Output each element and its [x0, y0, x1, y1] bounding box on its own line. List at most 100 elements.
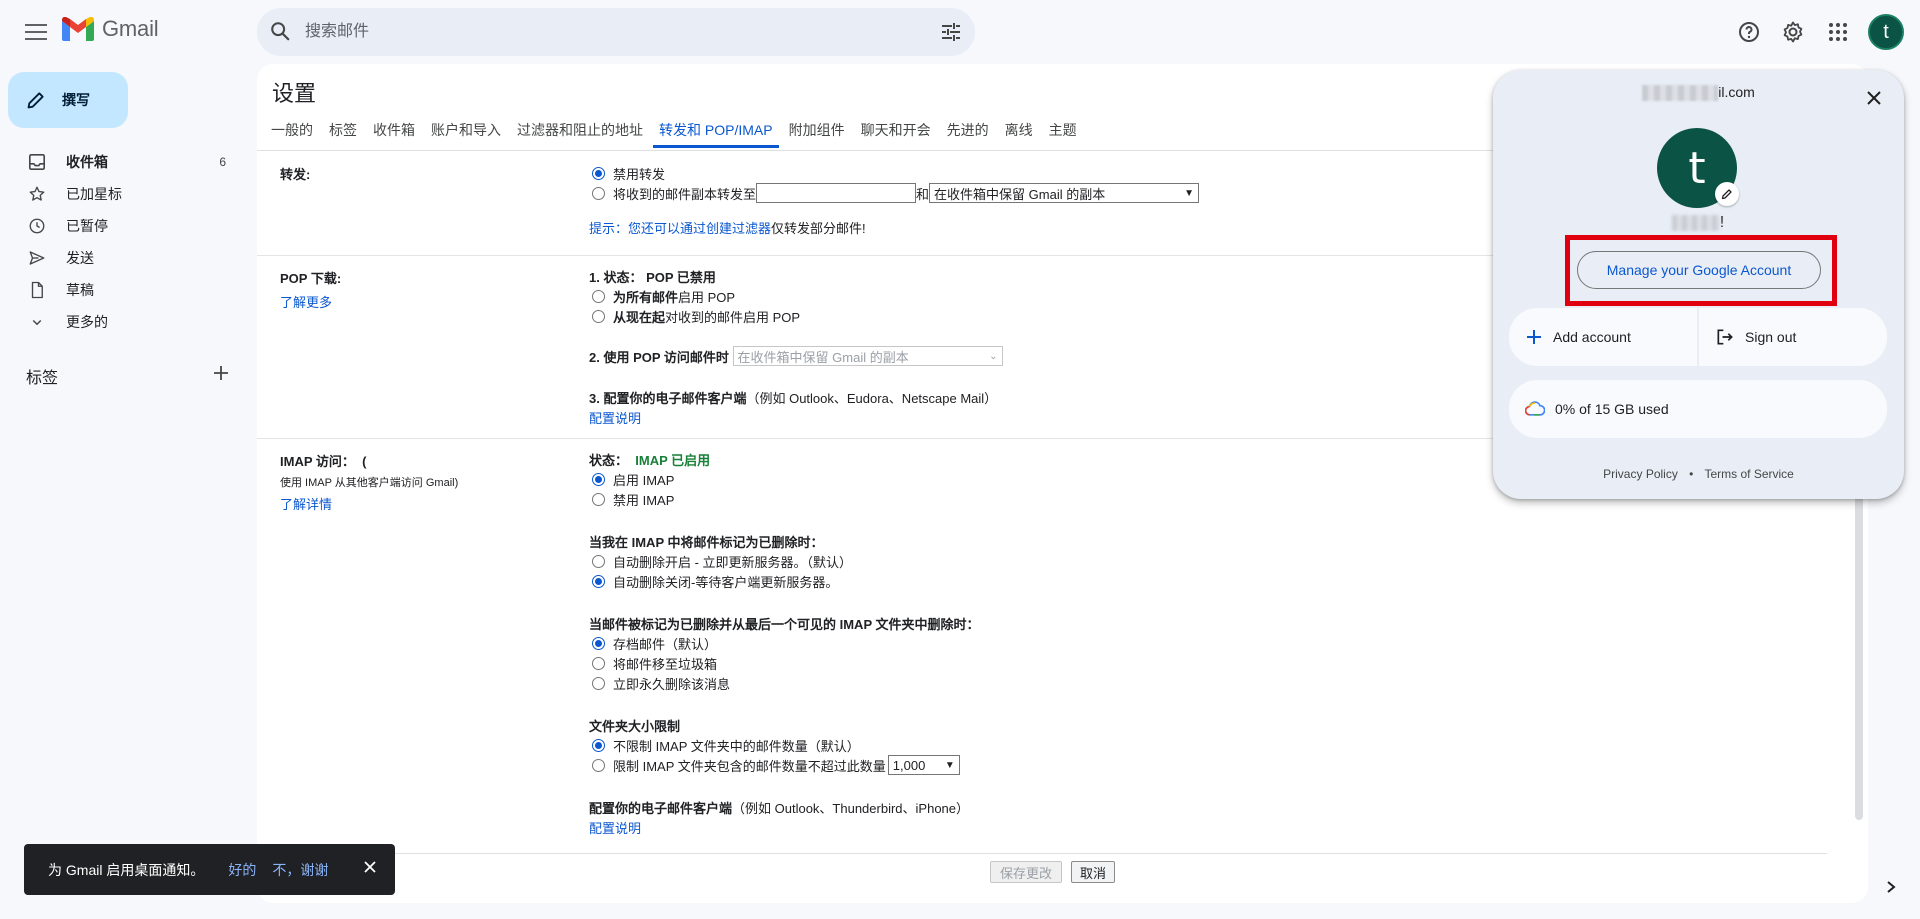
pop-config-instructions-link[interactable]: 配置说明 [589, 407, 1003, 427]
privacy-policy-link[interactable]: Privacy Policy [1603, 467, 1678, 481]
compose-label: 撰写 [62, 92, 90, 108]
sidebar-item-inbox[interactable]: 收件箱 6 [0, 146, 248, 178]
cancel-button[interactable]: 取消 [1071, 861, 1115, 883]
page-title: 设置 [272, 81, 317, 106]
sidebar-item-snoozed[interactable]: 已暂停 [0, 210, 248, 242]
search-icon[interactable] [269, 20, 291, 42]
pencil-icon [1721, 188, 1733, 200]
radio-button[interactable] [592, 186, 605, 200]
search-options-icon[interactable] [939, 20, 963, 44]
pop-learn-more-link[interactable]: 了解更多 [280, 292, 341, 311]
main-menu-button[interactable] [16, 12, 56, 52]
radio-button[interactable] [592, 166, 605, 180]
compose-button[interactable]: 撰写 [8, 72, 128, 128]
sidebar-item-sent[interactable]: 发送 [0, 242, 248, 274]
support-button[interactable] [1729, 12, 1769, 52]
snackbar-no-thanks-button[interactable]: 不，谢谢 [272, 860, 328, 880]
sidebar-item-more[interactable]: 更多的 [0, 306, 248, 338]
tab-forwarding-pop-imap[interactable]: 转发和 POP/IMAP [653, 116, 779, 148]
storage-usage-button[interactable]: 0% of 15 GB used [1509, 380, 1887, 438]
radio-button[interactable] [592, 554, 605, 568]
tab-general[interactable]: 一般的 [265, 116, 319, 148]
change-photo-button[interactable] [1715, 182, 1739, 206]
forwarding-keep-select[interactable]: 在收件箱中保留 Gmail 的副本 ▼ [929, 183, 1200, 203]
sidebar-item-drafts[interactable]: 草稿 [0, 274, 248, 306]
dropdown-caret-icon: ▼ [944, 759, 955, 771]
manage-google-account-button[interactable]: Manage your Google Account [1577, 251, 1821, 289]
snackbar-message: 为 Gmail 启用桌面通知。 [48, 861, 205, 878]
radio-button[interactable] [592, 289, 605, 303]
help-icon [1737, 20, 1761, 44]
imap-enable-option[interactable]: 启用 IMAP [589, 469, 980, 489]
tab-filters[interactable]: 过滤器和阻止的地址 [511, 116, 649, 148]
radio-button[interactable] [592, 636, 605, 650]
tab-accounts[interactable]: 账户和导入 [425, 116, 507, 148]
pop-action-select[interactable]: 在收件箱中保留 Gmail 的副本 ⌄ [732, 346, 1003, 366]
radio-button[interactable] [592, 574, 605, 588]
apps-grid-icon [1828, 22, 1848, 42]
snackbar-ok-button[interactable]: 好的 [228, 860, 256, 880]
tab-advanced[interactable]: 先进的 [941, 116, 995, 148]
imap-config-instructions-link[interactable]: 配置说明 [589, 817, 980, 837]
folder-limit-select[interactable]: 1,000 ▼ [887, 755, 960, 775]
tab-themes[interactable]: 主题 [1043, 116, 1083, 148]
create-label-button[interactable] [212, 364, 230, 382]
tab-chat-meet[interactable]: 聊天和开会 [855, 116, 937, 148]
pop-from-now-option[interactable]: 从现在起 对收到的邮件启用 POP [589, 306, 1003, 326]
folder-no-limit-option[interactable]: 不限制 IMAP 文件夹中的邮件数量（默认） [589, 735, 980, 755]
auto-expunge-on-option[interactable]: 自动删除开启 - 立即更新服务器。（默认） [589, 551, 980, 571]
close-icon[interactable] [363, 860, 377, 874]
chevron-right-icon [1884, 880, 1898, 894]
settings-button[interactable] [1773, 12, 1813, 52]
auto-expunge-off-option[interactable]: 自动删除关闭-等待客户端更新服务器。 [589, 571, 980, 591]
forwarding-enable-option[interactable]: 将收到的邮件副本转发至 和 在收件箱中保留 Gmail 的副本 ▼ [589, 183, 1200, 203]
trash-option[interactable]: 将邮件移至垃圾箱 [589, 653, 980, 673]
terms-of-service-link[interactable]: Terms of Service [1705, 467, 1794, 481]
search-input[interactable] [299, 8, 859, 56]
radio-button[interactable] [592, 738, 605, 752]
radio-button[interactable] [592, 676, 605, 690]
imap-options: 状态： IMAP 已启用 启用 IMAP 禁用 IMAP 当我在 IMAP 中将… [589, 449, 980, 837]
tab-inbox[interactable]: 收件箱 [367, 116, 421, 148]
star-icon [28, 185, 46, 203]
create-filter-link[interactable]: 创建过滤器 [706, 218, 771, 237]
pop-configure: 3. 配置你的电子邮件客户端 （例如 Outlook、Eudora、Netscap… [589, 390, 998, 406]
imap-deleted-heading: 当我在 IMAP 中将邮件标记为已删除时： [589, 534, 824, 550]
expand-side-panel-button[interactable] [1884, 880, 1898, 894]
radio-button[interactable] [592, 656, 605, 670]
radio-button[interactable] [592, 309, 605, 323]
radio-button[interactable] [592, 492, 605, 506]
notification-snackbar: 为 Gmail 启用桌面通知。 好的 不，谢谢 [24, 844, 395, 895]
tab-addons[interactable]: 附加组件 [783, 116, 851, 148]
dropdown-caret-icon: ⌄ [989, 350, 998, 362]
imap-disable-option[interactable]: 禁用 IMAP [589, 489, 980, 509]
save-changes-button[interactable]: 保存更改 [990, 861, 1062, 883]
gmail-logo[interactable]: Gmail [62, 16, 159, 42]
pop-all-option[interactable]: 为所有邮件 启用 POP [589, 286, 1003, 306]
add-account-button[interactable]: Add account [1509, 308, 1697, 366]
chevron-down-icon [28, 313, 46, 331]
pop-label: POP 下载: 了解更多 [280, 271, 342, 311]
delete-forever-option[interactable]: 立即永久删除该消息 [589, 673, 980, 693]
radio-button[interactable] [592, 472, 605, 486]
app-name: Gmail [102, 16, 159, 41]
radio-button[interactable] [592, 758, 605, 772]
forwarding-tip: 提示：您还可以通过 创建过滤器 仅转发部分邮件! [589, 217, 1199, 237]
tab-labels[interactable]: 标签 [323, 116, 363, 148]
forwarding-address-field[interactable] [756, 183, 917, 203]
account-avatar-button[interactable]: t [1868, 14, 1904, 50]
apps-button[interactable] [1818, 12, 1858, 52]
sign-out-button[interactable]: Sign out [1699, 308, 1887, 366]
popup-close-button[interactable] [1860, 84, 1888, 112]
sidebar-item-label: 已加星标 [66, 186, 122, 202]
folder-limit-option[interactable]: 限制 IMAP 文件夹包含的邮件数量不超过此数量 1,000 ▼ [589, 755, 980, 775]
sidebar-item-label: 收件箱 [66, 154, 108, 170]
sidebar-item-starred[interactable]: 已加星标 [0, 178, 248, 210]
archive-option[interactable]: 存档邮件（默认） [589, 633, 980, 653]
scrollbar[interactable] [1855, 474, 1863, 820]
tab-offline[interactable]: 离线 [999, 116, 1039, 148]
sidebar-item-label: 更多的 [66, 314, 108, 330]
forwarding-disable-option[interactable]: 禁用转发 [589, 163, 1199, 183]
imap-learn-more-link[interactable]: 了解详情 [280, 494, 458, 513]
search-bar [257, 8, 975, 56]
